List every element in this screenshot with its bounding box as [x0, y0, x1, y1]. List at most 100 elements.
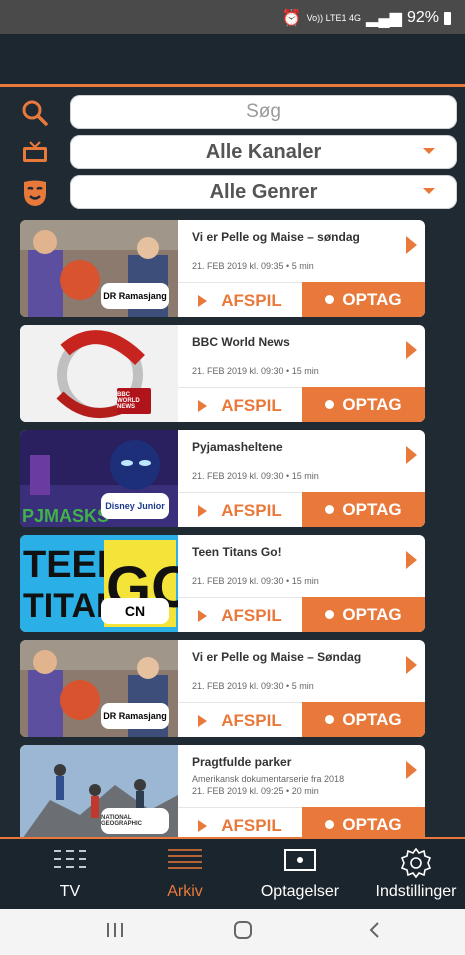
play-label: AFSPIL — [221, 500, 282, 520]
signal-icon: ▂▄▆ — [366, 10, 402, 27]
program-thumbnail: BBC WORLD NEWS — [20, 325, 178, 422]
grid-list-icon — [52, 847, 88, 878]
channel-select-value: Alle Kanaler — [205, 140, 322, 163]
archive-lines-icon — [166, 847, 204, 878]
tab-arkiv[interactable]: Arkiv — [135, 839, 235, 909]
play-button[interactable]: AFSPIL — [178, 597, 302, 632]
play-label: AFSPIL — [221, 395, 282, 415]
battery-level: 92% — [406, 9, 439, 26]
status-indicators: ⏰ Vo)) LTE1 4G ▂▄▆ 92% — [282, 8, 451, 28]
program-info[interactable]: Pyjamasheltene 21. FEB 2019 kl. 09:30 • … — [178, 430, 425, 492]
record-button[interactable]: OPTAG — [302, 807, 425, 837]
program-meta: 21. FEB 2019 kl. 09:30 • 15 min — [192, 576, 319, 586]
program-info[interactable]: Teen Titans Go! 21. FEB 2019 kl. 09:30 •… — [178, 535, 425, 597]
play-button[interactable]: AFSPIL — [178, 807, 302, 837]
genre-select[interactable]: Alle Genrer — [70, 175, 457, 209]
tab-optagelser-label: Optagelser — [260, 883, 340, 900]
channel-logo: DR Ramasjang — [101, 283, 169, 309]
battery-icon — [444, 11, 451, 25]
play-button[interactable]: AFSPIL — [178, 492, 302, 527]
program-thumbnail: DR Ramasjang — [20, 220, 178, 317]
record-button[interactable]: OPTAG — [302, 492, 425, 527]
play-button[interactable]: AFSPIL — [178, 387, 302, 422]
record-label: OPTAG — [342, 814, 402, 834]
program-thumbnail: PJMASKS Disney Junior — [20, 430, 178, 527]
record-icon — [325, 505, 335, 514]
home-icon[interactable] — [233, 921, 253, 944]
program-title: Teen Titans Go! — [192, 545, 282, 559]
play-icon — [198, 714, 208, 727]
channel-logo: BBC WORLD NEWS — [117, 388, 151, 414]
chevron-right-icon[interactable] — [406, 551, 417, 569]
program-info[interactable]: Pragtfulde parker Amerikansk dokumentars… — [178, 745, 425, 807]
tab-indstillinger[interactable]: Indstillinger — [367, 839, 465, 909]
record-button[interactable]: OPTAG — [302, 597, 425, 632]
program-description: Amerikansk dokumentarserie fra 2018 — [192, 774, 345, 784]
play-button[interactable]: AFSPIL — [178, 282, 302, 317]
back-icon[interactable] — [367, 921, 381, 944]
record-label: OPTAG — [342, 394, 402, 414]
channel-select[interactable]: Alle Kanaler — [70, 135, 457, 169]
search-input[interactable]: Søg — [70, 95, 457, 129]
tab-optagelser[interactable]: Optagelser — [250, 839, 350, 909]
genre-select-value: Alle Genrer — [209, 180, 318, 203]
tab-arkiv-label: Arkiv — [167, 883, 203, 900]
program-meta: 21. FEB 2019 kl. 09:35 • 5 min — [192, 261, 314, 271]
search-row: Søg — [0, 95, 465, 131]
svg-text:PJMASKS: PJMASKS — [22, 506, 109, 526]
program-card[interactable]: PJMASKS Disney Junior Pyjamasheltene 21.… — [20, 430, 425, 527]
record-button[interactable]: OPTAG — [302, 702, 425, 737]
play-button[interactable]: AFSPIL — [178, 702, 302, 737]
recordings-icon — [283, 847, 317, 878]
chevron-down-icon — [423, 188, 435, 194]
chevron-right-icon[interactable] — [406, 446, 417, 464]
genre-row: Alle Genrer — [0, 175, 465, 211]
play-label: AFSPIL — [221, 710, 282, 730]
chevron-right-icon[interactable] — [406, 236, 417, 254]
record-label: OPTAG — [342, 709, 402, 729]
play-label: AFSPIL — [221, 605, 282, 625]
play-icon — [198, 399, 208, 412]
record-icon — [325, 400, 335, 409]
program-card[interactable]: BBC WORLD NEWS BBC World News 21. FEB 20… — [20, 325, 425, 422]
program-meta: 21. FEB 2019 kl. 09:30 • 15 min — [192, 366, 319, 376]
recent-apps-icon[interactable] — [105, 921, 125, 944]
tv-icon — [20, 139, 50, 167]
bottom-tab-bar: TV Arkiv Optagelser Indstillinger — [0, 839, 465, 909]
record-button[interactable]: OPTAG — [302, 282, 425, 317]
channel-logo: Disney Junior — [101, 493, 169, 519]
program-card[interactable]: DR Ramasjang Vi er Pelle og Maise – sønd… — [20, 220, 425, 317]
play-label: AFSPIL — [221, 290, 282, 310]
channel-logo: NATIONAL GEOGRAPHIC — [101, 808, 169, 834]
program-title: BBC World News — [192, 335, 290, 349]
record-button[interactable]: OPTAG — [302, 387, 425, 422]
tab-tv[interactable]: TV — [20, 839, 120, 909]
play-icon — [198, 819, 208, 832]
program-title: Vi er Pelle og Maise – Søndag — [192, 650, 362, 664]
play-icon — [198, 504, 208, 517]
gear-icon — [399, 847, 433, 884]
chevron-right-icon[interactable] — [406, 341, 417, 359]
program-card[interactable]: TEENTITANSGO! CN Teen Titans Go! 21. FEB… — [20, 535, 425, 632]
chevron-right-icon[interactable] — [406, 656, 417, 674]
network-label: Vo)) LTE1 4G — [306, 12, 362, 23]
record-label: OPTAG — [342, 604, 402, 624]
record-icon — [325, 295, 335, 304]
program-title: Pyjamasheltene — [192, 440, 283, 454]
channel-logo: DR Ramasjang — [101, 703, 169, 729]
program-card[interactable]: DR Ramasjang Vi er Pelle og Maise – Sønd… — [20, 640, 425, 737]
channel-row: Alle Kanaler — [0, 135, 465, 171]
program-info[interactable]: Vi er Pelle og Maise – Søndag 21. FEB 20… — [178, 640, 425, 702]
program-card[interactable]: NATIONAL GEOGRAPHIC Pragtfulde parker Am… — [20, 745, 425, 837]
program-list[interactable]: DR Ramasjang Vi er Pelle og Maise – sønd… — [0, 215, 465, 837]
alarm-icon: ⏰ — [281, 10, 302, 27]
program-info[interactable]: BBC World News 21. FEB 2019 kl. 09:30 • … — [178, 325, 425, 387]
chevron-down-icon — [423, 148, 435, 154]
play-label: AFSPIL — [221, 815, 282, 835]
program-info[interactable]: Vi er Pelle og Maise – søndag 21. FEB 20… — [178, 220, 425, 282]
search-icon — [20, 99, 50, 127]
chevron-right-icon[interactable] — [406, 761, 417, 779]
tab-tv-label: TV — [59, 883, 81, 900]
app-header — [0, 34, 465, 84]
program-thumbnail: TEENTITANSGO! CN — [20, 535, 178, 632]
